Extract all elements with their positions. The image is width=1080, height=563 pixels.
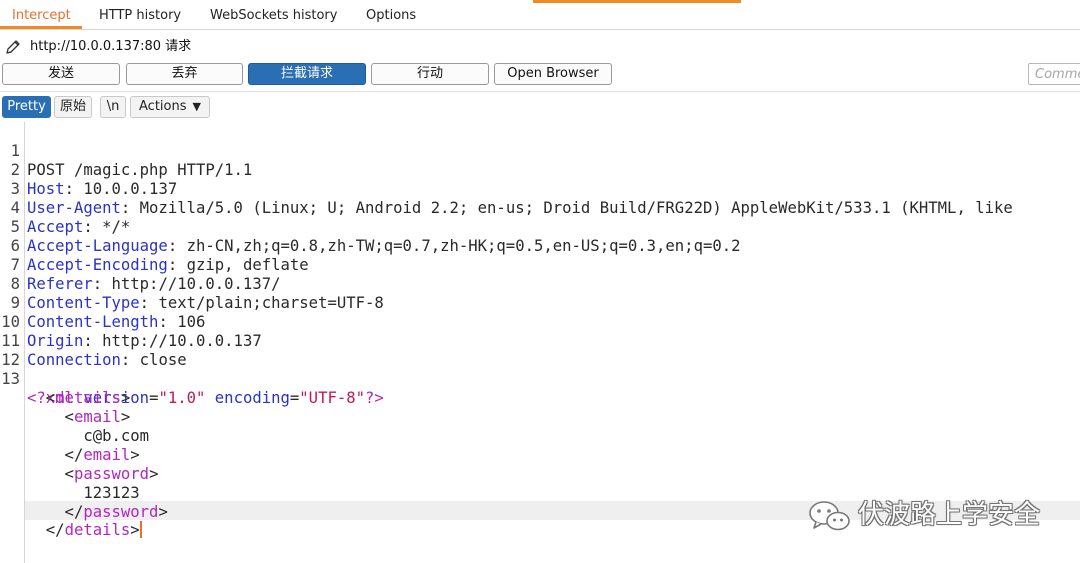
code-line: 3 User-Agent: Mozilla/5.0 (Linux; U; And…: [0, 161, 1080, 217]
code-line: 9 Content-Length: 106: [0, 275, 1080, 331]
code-line: 6 Accept-Encoding: gzip, deflate: [0, 218, 1080, 274]
comment-input[interactable]: [1028, 63, 1080, 85]
code-line: <email>: [27, 408, 131, 426]
code-line: 10 Origin: http://10.0.0.137: [1, 313, 262, 350]
code-line: <password>: [27, 465, 159, 483]
code-line: c@b.com: [0, 408, 1080, 445]
code-line: 8 Content-Type: text/plain;charset=UTF-8: [0, 256, 1080, 312]
actions-label: Actions: [139, 99, 187, 114]
code-line: 5 Accept-Language: zh-CN,zh;q=0.8,zh-TW;…: [0, 199, 1080, 255]
code-line: </email>: [27, 446, 140, 464]
code-line: 12: [0, 332, 1080, 369]
active-tab-indicator: [0, 26, 82, 29]
drop-button[interactable]: 丢弃: [126, 63, 243, 85]
code-line: 11 Connection: close: [1, 332, 187, 369]
divider: [0, 91, 1080, 92]
pencil-icon[interactable]: [4, 38, 22, 56]
tab-intercept[interactable]: Intercept: [12, 7, 71, 25]
intercept-toggle-button[interactable]: 拦截请求: [248, 63, 366, 85]
send-button[interactable]: 发送: [2, 63, 120, 85]
tab-bar: Intercept HTTP history WebSockets histor…: [0, 0, 1080, 30]
code-line: 2 Host: 10.0.0.137: [0, 142, 1080, 198]
code-line: 4 Accept: */*: [0, 180, 1080, 236]
code-line: 1 POST /magic.php HTTP/1.1: [0, 123, 1080, 179]
tab-http-history[interactable]: HTTP history: [99, 7, 181, 25]
newline-toggle[interactable]: \n: [100, 96, 126, 118]
code-line: 13 <?xml version="1.0" encoding="UTF-8"?…: [1, 370, 384, 407]
target-url: http://10.0.0.137:80 请求: [30, 39, 192, 54]
text-cursor: [139, 521, 142, 538]
wechat-icon: [809, 501, 850, 531]
chevron-down-icon: ▼: [192, 100, 201, 113]
xml-tag: details: [64, 521, 131, 539]
code-line: 7 Referer: http://10.0.0.137/: [0, 237, 1080, 293]
target-row: http://10.0.0.137:80 请求: [0, 34, 1080, 60]
accent-bar: [533, 0, 741, 3]
open-browser-button[interactable]: Open Browser: [494, 63, 612, 85]
raw-tab[interactable]: 原始: [54, 96, 92, 118]
watermark-text: 伏波路上学安全: [858, 500, 1041, 530]
actions-dropdown[interactable]: Actions ▼: [130, 96, 210, 118]
pretty-tab[interactable]: Pretty: [2, 96, 51, 118]
tab-websockets-history[interactable]: WebSockets history: [210, 7, 337, 25]
code-line: <details>: [27, 389, 131, 407]
code-line: 123123: [0, 465, 1080, 502]
tab-options[interactable]: Options: [366, 7, 416, 25]
action-button[interactable]: 行动: [371, 63, 489, 85]
